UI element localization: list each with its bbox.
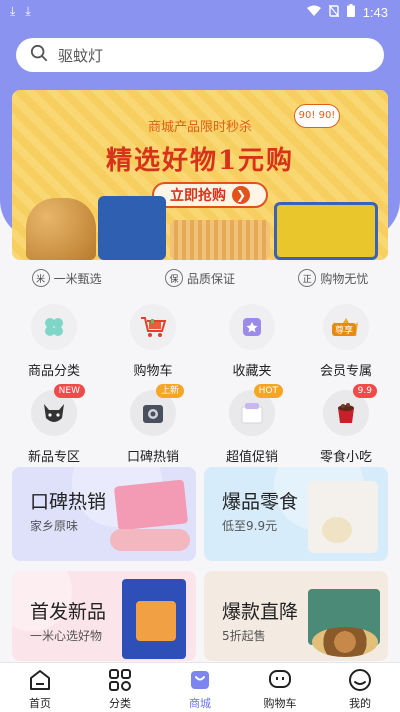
- status-time: 1:43: [362, 4, 388, 20]
- feature-label: 购物无忧: [320, 271, 369, 286]
- shortcut-row: NEW 新品专区 上新 口碑热销 HOT 超值促销 9.9 零食小吃: [0, 384, 400, 470]
- shortcut-promotion[interactable]: HOT 超值促销: [212, 384, 292, 465]
- no-sim-icon: [328, 4, 340, 20]
- category-icon: [31, 304, 77, 350]
- member-icon: 尊享: [323, 304, 369, 350]
- card-title: 口碑热销: [30, 491, 107, 513]
- shortcut-label: 零食小吃: [319, 450, 372, 465]
- search-bar[interactable]: 驱蚊灯: [16, 38, 384, 72]
- shortcut-label: 会员专属: [319, 364, 372, 379]
- shortcut-favorites[interactable]: 收藏夹: [212, 304, 292, 379]
- card-subtitle: 5折起售: [222, 629, 266, 643]
- wifi-icon: [306, 5, 321, 20]
- search-input[interactable]: 驱蚊灯: [58, 45, 103, 66]
- product-image: [113, 479, 189, 531]
- shortcut-new-products[interactable]: NEW 新品专区: [14, 384, 94, 465]
- tab-label: 商城: [189, 697, 211, 710]
- new-badge: NEW: [53, 384, 85, 398]
- hot-badge: HOT: [253, 384, 283, 398]
- product-image: [110, 529, 190, 551]
- download-icon: ⤓: [25, 4, 31, 18]
- shortcut-label: 超值促销: [225, 450, 278, 465]
- shortcut-snacks[interactable]: 9.9 零食小吃: [306, 384, 386, 465]
- shield-icon: 保: [164, 269, 183, 287]
- feature-item: 正 购物无忧: [298, 269, 368, 287]
- promo-card-price-drop[interactable]: 爆款直降 5折起售: [204, 571, 388, 661]
- shortcut-label: 收藏夹: [232, 364, 272, 379]
- price-badge: 9.9: [352, 384, 377, 398]
- tab-mall[interactable]: 商城: [160, 663, 240, 712]
- shortcut-label: 购物车: [133, 364, 173, 379]
- checkmark-circle-icon: 正: [298, 269, 317, 287]
- promo-banner[interactable]: 90! 90! 商城产品限时秒杀 精选好物1元购 立即抢购 ❯: [12, 90, 388, 260]
- feature-row: 米 一米甄选 保 品质保证 正 购物无忧: [0, 266, 400, 290]
- member-icon-text: 尊享: [332, 323, 357, 336]
- tab-category[interactable]: 分类: [80, 663, 160, 712]
- shortcut-label: 口碑热销: [126, 450, 179, 465]
- grid-icon: [80, 667, 160, 693]
- tab-label: 购物车: [263, 697, 297, 710]
- cart-icon: [240, 667, 320, 693]
- new-product-icon: NEW: [31, 384, 85, 436]
- promo-card-hot-sale[interactable]: 口碑热销 家乡原味: [12, 467, 196, 561]
- card-title: 爆款直降: [222, 601, 299, 623]
- tab-home[interactable]: 首页: [0, 663, 80, 712]
- home-icon: [0, 667, 80, 693]
- favorites-icon: [229, 304, 275, 350]
- buy-now-label: 立即抢购: [170, 188, 226, 204]
- product-image: [308, 481, 378, 553]
- card-title: 爆品零食: [222, 491, 299, 513]
- banner-title: 精选好物1元购: [105, 146, 295, 176]
- shortcut-label: 商品分类: [27, 364, 80, 379]
- shopping-bag-icon: [160, 667, 240, 693]
- rice-icon: 米: [31, 269, 50, 287]
- tab-label: 我的: [349, 697, 371, 710]
- tab-cart[interactable]: 购物车: [240, 663, 320, 712]
- card-title: 首发新品: [30, 601, 107, 623]
- snack-image: [98, 196, 166, 260]
- shortcut-cart[interactable]: 购物车: [113, 304, 193, 379]
- feature-item: 保 品质保证: [164, 269, 235, 287]
- tab-profile[interactable]: 我的: [320, 663, 400, 712]
- product-image: [136, 601, 176, 641]
- product-image: [312, 627, 378, 657]
- snack-icon: 9.9: [323, 384, 377, 436]
- snack-image: [26, 198, 96, 260]
- search-icon: [30, 44, 48, 66]
- status-bar: ⤓ ⤓ 1:43: [0, 0, 400, 24]
- hot-sale-icon: 上新: [130, 384, 184, 436]
- arrow-right-icon: ❯: [232, 186, 250, 204]
- card-subtitle: 一米心选好物: [30, 629, 103, 643]
- product-image: [322, 517, 352, 543]
- tab-label: 分类: [109, 697, 131, 710]
- new-arrival-badge: 上新: [155, 384, 184, 398]
- feature-item: 米 一米甄选: [31, 269, 102, 287]
- promo-card-snacks[interactable]: 爆品零食 低至9.9元: [204, 467, 388, 561]
- snack-image: [274, 202, 378, 260]
- card-subtitle: 家乡原味: [30, 519, 79, 533]
- buy-now-button[interactable]: 立即抢购 ❯: [152, 182, 268, 208]
- profile-icon: [320, 667, 400, 693]
- bottom-tab-bar: 首页 分类 商城 购物车 我的: [0, 662, 400, 712]
- download-icon: ⤓: [10, 4, 16, 18]
- banner-subtitle: 商城产品限时秒杀: [147, 120, 252, 135]
- battery-icon: [346, 4, 355, 20]
- card-subtitle: 低至9.9元: [222, 519, 278, 533]
- shortcut-row: 商品分类 购物车 收藏夹 尊享 会员专属: [0, 304, 400, 384]
- feature-label: 品质保证: [186, 271, 235, 286]
- cart-icon: [130, 304, 176, 350]
- snack-image: [170, 220, 270, 260]
- tab-label: 首页: [29, 697, 51, 710]
- shortcut-category[interactable]: 商品分类: [14, 304, 94, 379]
- shortcut-member[interactable]: 尊享 会员专属: [306, 304, 386, 379]
- promo-card-new-products[interactable]: 首发新品 一米心选好物: [12, 571, 196, 661]
- shortcut-label: 新品专区: [27, 450, 80, 465]
- promotion-icon: HOT: [229, 384, 283, 436]
- shortcut-hot-sale[interactable]: 上新 口碑热销: [113, 384, 193, 465]
- feature-label: 一米甄选: [53, 271, 102, 286]
